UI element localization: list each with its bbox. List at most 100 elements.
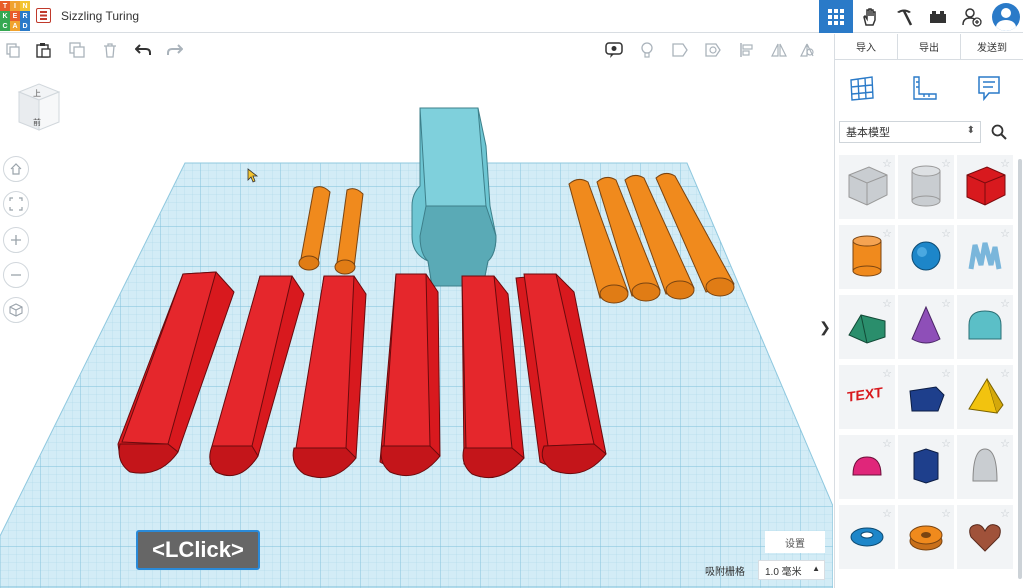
- logo-letter: I: [10, 1, 20, 11]
- star-icon[interactable]: ☆: [941, 157, 951, 170]
- top-right-nav: [819, 0, 1023, 33]
- shape-library-select[interactable]: 基本模型 ⬍: [839, 121, 981, 143]
- star-icon[interactable]: ☆: [1000, 297, 1010, 310]
- star-icon[interactable]: ☆: [941, 507, 951, 520]
- paste-icon[interactable]: [32, 39, 54, 61]
- shape-cone[interactable]: ☆: [898, 295, 954, 359]
- workplane-scene[interactable]: [0, 66, 833, 588]
- search-icon[interactable]: [987, 121, 1011, 143]
- shape-roof[interactable]: ☆: [839, 295, 895, 359]
- shape-icon[interactable]: [669, 39, 691, 61]
- duplicate-icon[interactable]: [66, 39, 88, 61]
- shape-sphere[interactable]: ☆: [898, 225, 954, 289]
- 3d-viewport[interactable]: 上 前 ❯ 设置 吸附栅格 1.0 毫米 ▲ <LClick>: [0, 66, 833, 588]
- zoom-in-icon[interactable]: [3, 227, 29, 253]
- shape-box[interactable]: ☆: [957, 155, 1013, 219]
- brick-icon[interactable]: [921, 0, 955, 33]
- shape-wedge[interactable]: ☆: [898, 365, 954, 429]
- edit-toolbar: [0, 34, 833, 66]
- snap-grid-label: 吸附栅格: [705, 567, 745, 578]
- notes-icon[interactable]: [603, 39, 625, 61]
- logo-letter: A: [10, 21, 20, 31]
- star-icon[interactable]: ☆: [941, 367, 951, 380]
- star-icon[interactable]: ☆: [1000, 227, 1010, 240]
- logo-letter: C: [0, 21, 10, 31]
- ruler-icon[interactable]: [911, 74, 939, 102]
- hole-icon[interactable]: [702, 39, 724, 61]
- shape-torus[interactable]: ☆: [839, 505, 895, 569]
- panel-scrollbar[interactable]: [1018, 159, 1022, 579]
- shape-scribble[interactable]: ☆: [957, 225, 1013, 289]
- design-title[interactable]: Sizzling Turing: [61, 9, 139, 23]
- shape-half-sphere[interactable]: ☆: [839, 435, 895, 499]
- star-icon[interactable]: ☆: [882, 297, 892, 310]
- shape-cylinder[interactable]: ☆: [839, 225, 895, 289]
- copy-icon[interactable]: [2, 39, 24, 61]
- snap-grid-select[interactable]: 1.0 毫米 ▲: [758, 560, 825, 580]
- shape-box-hole[interactable]: ☆: [839, 155, 895, 219]
- mirror-icon[interactable]: [768, 39, 790, 61]
- logo-letter: R: [20, 11, 30, 21]
- star-icon[interactable]: ☆: [882, 507, 892, 520]
- shape-cylinder-hole[interactable]: ☆: [898, 155, 954, 219]
- logo-letter: N: [20, 1, 30, 11]
- redo-icon[interactable]: [164, 39, 186, 61]
- star-icon[interactable]: ☆: [1000, 157, 1010, 170]
- shape-text[interactable]: TEXT ☆: [839, 365, 895, 429]
- view-cube-front-label[interactable]: 前: [33, 117, 41, 128]
- delete-icon[interactable]: [99, 39, 121, 61]
- perspective-icon[interactable]: [3, 297, 29, 323]
- panel-tabs: 导入 导出 发送到: [835, 34, 1023, 60]
- grid-panel-icon[interactable]: [848, 74, 876, 102]
- settings-button[interactable]: 设置: [765, 531, 825, 553]
- home-icon[interactable]: [3, 156, 29, 182]
- star-icon[interactable]: ☆: [941, 437, 951, 450]
- send-to-button[interactable]: 发送到: [961, 34, 1023, 59]
- add-user-icon[interactable]: [955, 0, 989, 33]
- notes-icon[interactable]: [975, 74, 1003, 102]
- star-icon[interactable]: ☆: [1000, 437, 1010, 450]
- tinkercad-logo[interactable]: TINKERCAD: [0, 1, 30, 31]
- shape-round-roof[interactable]: ☆: [957, 295, 1013, 359]
- shape-pyramid[interactable]: ☆: [957, 365, 1013, 429]
- panel-view-icons: [835, 74, 1023, 108]
- top-bar: TINKERCAD Sizzling Turing: [0, 0, 1023, 33]
- star-icon[interactable]: ☆: [882, 367, 892, 380]
- logo-letter: D: [20, 21, 30, 31]
- star-icon[interactable]: ☆: [1000, 507, 1010, 520]
- group-icon[interactable]: [796, 39, 818, 61]
- updown-icon: ⬍: [966, 125, 975, 136]
- import-button[interactable]: 导入: [835, 34, 898, 59]
- view-cube-top-label[interactable]: 上: [33, 88, 41, 99]
- align-icon[interactable]: [736, 39, 758, 61]
- grid-icon[interactable]: [819, 0, 853, 33]
- avatar-icon[interactable]: [989, 0, 1023, 33]
- star-icon[interactable]: ☆: [882, 437, 892, 450]
- light-icon[interactable]: [636, 39, 658, 61]
- snap-grid-value: 1.0 毫米: [765, 566, 802, 578]
- star-icon[interactable]: ☆: [1000, 367, 1010, 380]
- star-icon[interactable]: ☆: [941, 227, 951, 240]
- shape-heart[interactable]: ☆: [957, 505, 1013, 569]
- view-cube[interactable]: 上 前: [17, 82, 61, 134]
- hand-icon[interactable]: [853, 0, 887, 33]
- shape-polygon[interactable]: ☆: [898, 435, 954, 499]
- star-icon[interactable]: ☆: [882, 227, 892, 240]
- shape-library-value: 基本模型: [846, 127, 890, 139]
- logo-letter: T: [0, 1, 10, 11]
- shape-paraboloid[interactable]: ☆: [957, 435, 1013, 499]
- teal-box[interactable]: [411, 107, 497, 287]
- pickaxe-icon[interactable]: [887, 0, 921, 33]
- shape-tube[interactable]: ☆: [898, 505, 954, 569]
- list-icon[interactable]: [36, 8, 51, 23]
- star-icon[interactable]: ☆: [941, 297, 951, 310]
- collapse-panel-button[interactable]: ❯: [817, 306, 833, 348]
- logo-letter: K: [0, 11, 10, 21]
- logo-letter: E: [10, 11, 20, 21]
- undo-icon[interactable]: [132, 39, 154, 61]
- export-button[interactable]: 导出: [898, 34, 961, 59]
- star-icon[interactable]: ☆: [882, 157, 892, 170]
- zoom-out-icon[interactable]: [3, 262, 29, 288]
- click-overlay-label: <LClick>: [136, 530, 260, 570]
- fit-icon[interactable]: [3, 191, 29, 217]
